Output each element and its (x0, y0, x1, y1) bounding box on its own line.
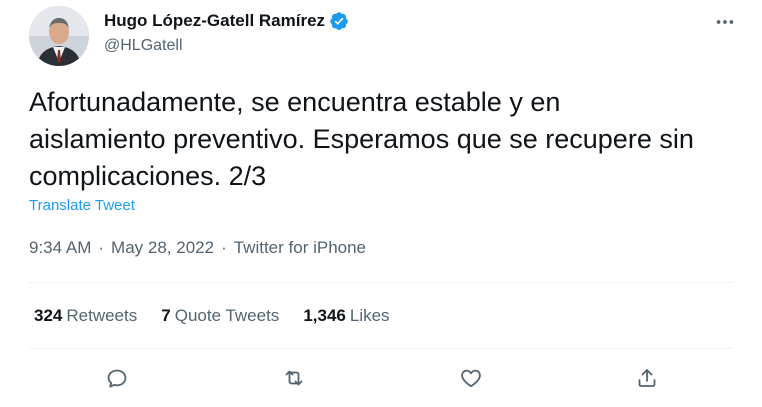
avatar-photo (29, 6, 89, 66)
tweet-text: Afortunadamente, se encuentra estable y … (29, 87, 694, 191)
share-icon (638, 369, 656, 387)
more-horizontal-icon (716, 20, 734, 24)
heart-icon (461, 369, 481, 388)
tweet-stats: 324 Retweets 7 Quote Tweets 1,346 Likes (34, 306, 414, 326)
likes-count: 1,346 (303, 306, 346, 325)
retweet-button[interactable] (276, 360, 312, 396)
quote-tweets-label: Quote Tweets (174, 306, 280, 325)
author-name-row[interactable]: Hugo López-Gatell Ramírez (104, 11, 349, 31)
quote-tweets-count: 7 (161, 306, 171, 325)
like-button[interactable] (453, 360, 489, 396)
tweet-card: Hugo López-Gatell Ramírez @HLGatell Afor… (0, 0, 762, 407)
meta-separator: · (221, 238, 227, 257)
divider (29, 282, 733, 283)
tweet-date[interactable]: May 28, 2022 (111, 238, 214, 258)
share-button[interactable] (629, 360, 665, 396)
quote-tweets-stat[interactable]: 7 Quote Tweets (161, 306, 279, 326)
retweet-icon (285, 370, 303, 386)
divider (29, 348, 733, 349)
tweet-metadata: 9:34 AM · May 28, 2022 · Twitter for iPh… (29, 238, 366, 258)
likes-label: Likes (349, 306, 390, 325)
meta-separator: · (98, 238, 105, 257)
likes-stat[interactable]: 1,346 Likes (303, 306, 389, 326)
verified-badge-icon (329, 11, 349, 31)
avatar[interactable] (29, 6, 89, 66)
more-options-button[interactable] (709, 6, 741, 38)
retweets-count: 324 (34, 306, 63, 325)
tweet-time[interactable]: 9:34 AM (29, 238, 91, 258)
tweet-actions (0, 360, 762, 396)
reply-button[interactable] (99, 360, 135, 396)
translate-tweet-link[interactable]: Translate Tweet (29, 197, 135, 214)
retweets-label: Retweets (66, 306, 138, 325)
author-handle[interactable]: @HLGatell (104, 37, 183, 55)
author-display-name[interactable]: Hugo López-Gatell Ramírez (104, 11, 325, 31)
retweets-stat[interactable]: 324 Retweets (34, 306, 137, 326)
tweet-source[interactable]: Twitter for iPhone (234, 238, 366, 258)
reply-icon (107, 369, 127, 388)
